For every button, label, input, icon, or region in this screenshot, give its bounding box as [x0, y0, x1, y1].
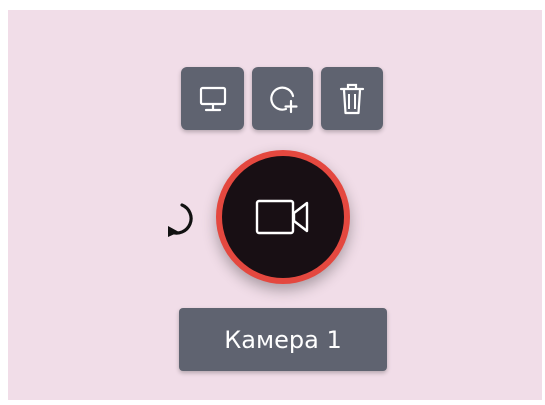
delete-button[interactable]	[321, 67, 383, 130]
add-zone-button[interactable]	[252, 67, 313, 130]
monitor-icon	[199, 86, 226, 111]
trash-icon	[339, 83, 365, 114]
rotate-icon	[168, 203, 193, 237]
video-camera-icon	[255, 199, 309, 235]
rotate-camera-control[interactable]	[160, 200, 194, 242]
map-canvas: Камера 1	[8, 10, 542, 400]
camera-node-body	[222, 156, 344, 278]
show-on-monitor-button[interactable]	[181, 67, 244, 130]
add-zone-icon	[269, 86, 298, 113]
camera-name-label: Камера 1	[179, 308, 387, 371]
camera-node[interactable]	[216, 150, 350, 284]
